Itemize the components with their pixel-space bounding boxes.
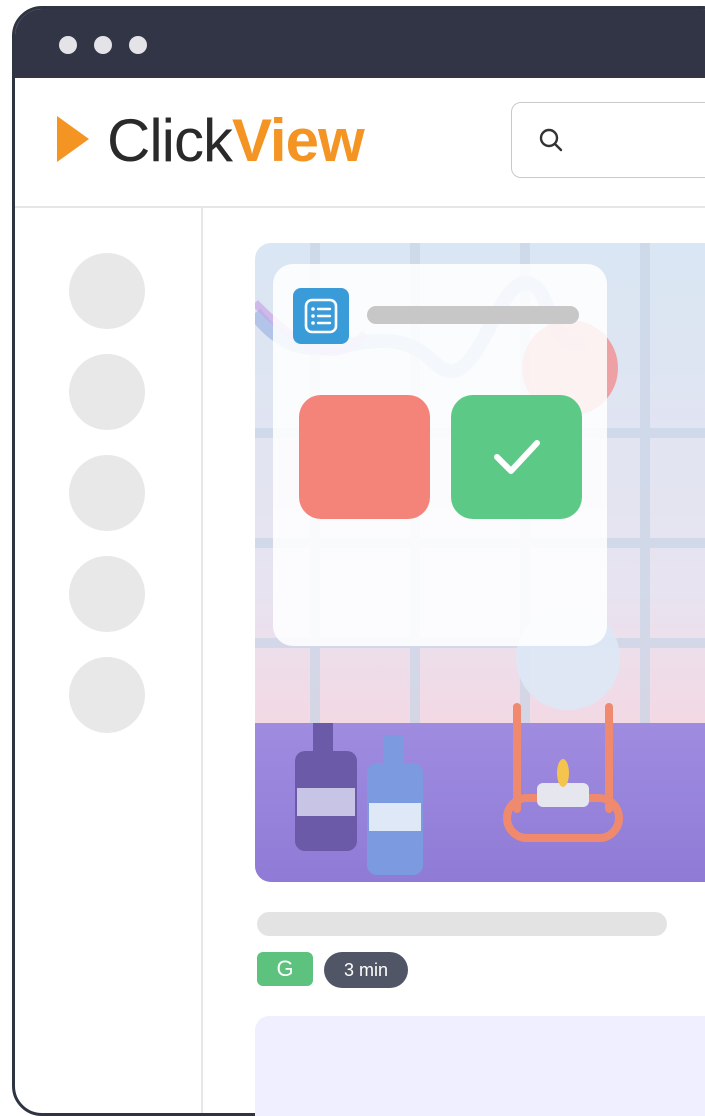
sidebar — [15, 208, 203, 1113]
quiz-card — [273, 264, 607, 646]
sidebar-item-4[interactable] — [69, 556, 145, 632]
search-icon — [539, 128, 563, 152]
duration-badge: 3 min — [324, 952, 408, 988]
check-icon — [494, 440, 540, 474]
play-triangle-icon — [57, 116, 89, 162]
sidebar-item-3[interactable] — [69, 455, 145, 531]
sidebar-item-5[interactable] — [69, 657, 145, 733]
sidebar-item-2[interactable] — [69, 354, 145, 430]
logo-word-click: Click — [107, 107, 233, 174]
answer-option-incorrect[interactable] — [299, 395, 430, 519]
quiz-question-placeholder — [367, 306, 579, 324]
list-icon — [293, 288, 349, 344]
app-header: ClickView — [15, 78, 705, 208]
search-input[interactable] — [511, 102, 705, 178]
answer-option-correct[interactable] — [451, 395, 582, 519]
sidebar-item-1[interactable] — [69, 253, 145, 329]
window-close-dot[interactable] — [59, 36, 77, 54]
logo-word-view: View — [232, 107, 365, 174]
window-titlebar — [15, 9, 705, 78]
video-title-placeholder — [257, 912, 667, 936]
window-maximize-dot[interactable] — [129, 36, 147, 54]
window-minimize-dot[interactable] — [94, 36, 112, 54]
rating-badge: G — [257, 952, 313, 986]
next-video-card[interactable] — [255, 1016, 705, 1116]
